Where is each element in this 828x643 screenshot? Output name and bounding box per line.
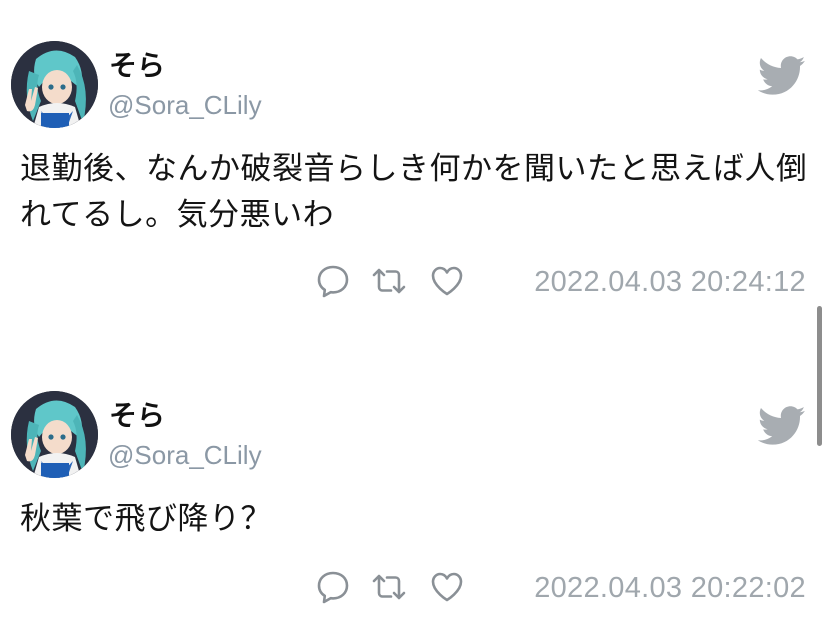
reply-icon[interactable]	[314, 568, 352, 606]
tweet-timestamp[interactable]: 2022.04.03 20:22:02	[534, 570, 806, 606]
tweet-timestamp[interactable]: 2022.04.03 20:24:12	[534, 264, 806, 300]
avatar-image	[11, 391, 98, 478]
tweet-text: 退勤後、なんか破裂音らしき何かを聞いたと思えば人倒れてるし。気分悪いわ	[20, 151, 808, 233]
like-icon[interactable]	[428, 262, 466, 300]
user-handle[interactable]: @Sora_CLily	[108, 440, 262, 470]
display-name[interactable]: そら	[109, 50, 165, 82]
twitter-bird-icon[interactable]	[758, 406, 806, 446]
tweet-text: 秋葉で飛び降り？	[20, 501, 272, 537]
avatar-image	[11, 41, 98, 128]
like-icon[interactable]	[428, 568, 466, 606]
twitter-bird-icon[interactable]	[758, 56, 806, 96]
user-handle[interactable]: @Sora_CLily	[108, 90, 262, 120]
retweet-icon[interactable]	[370, 262, 408, 300]
reply-icon[interactable]	[314, 262, 352, 300]
display-name[interactable]: そら	[109, 400, 165, 432]
avatar[interactable]	[11, 391, 98, 478]
scrollbar[interactable]	[817, 306, 822, 446]
retweet-icon[interactable]	[370, 568, 408, 606]
avatar[interactable]	[11, 41, 98, 128]
